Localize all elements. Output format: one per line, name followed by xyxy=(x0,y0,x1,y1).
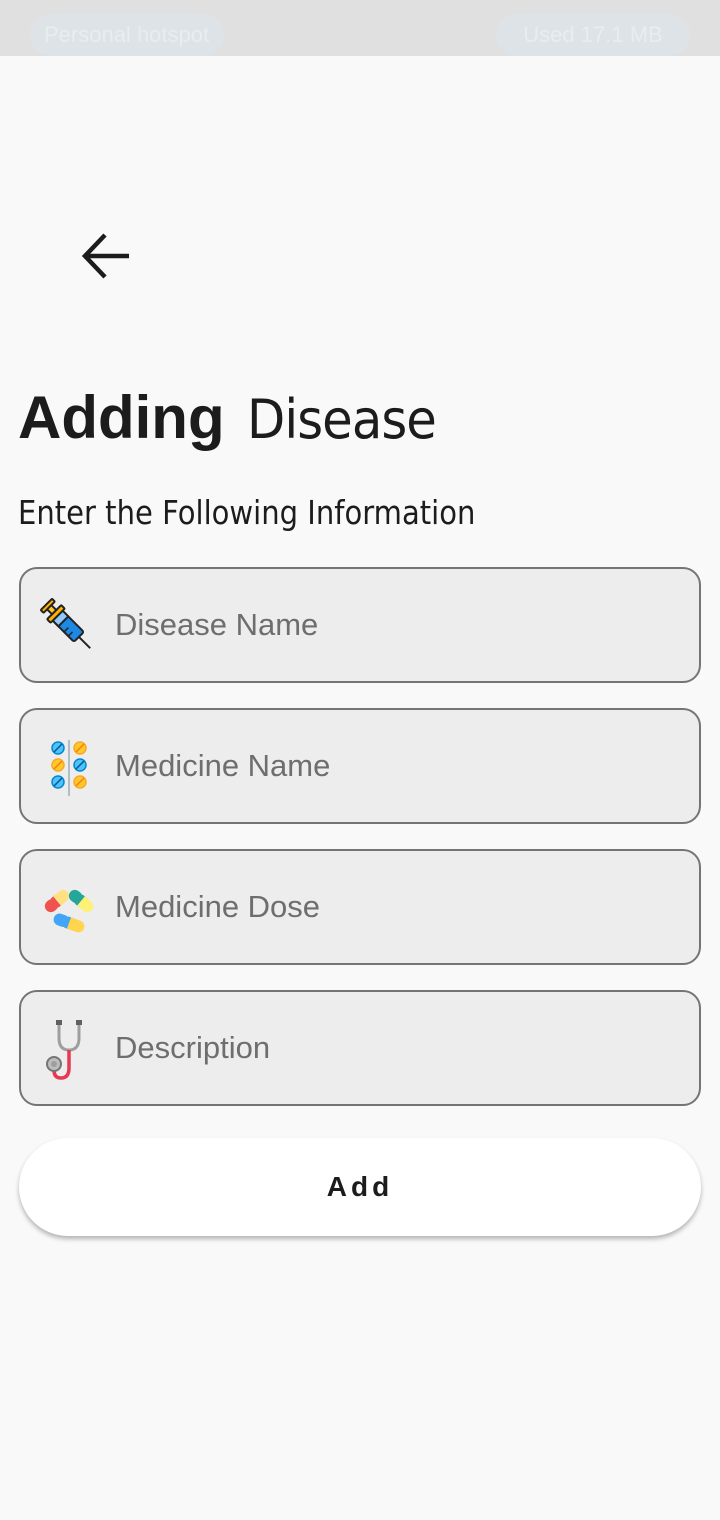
hotspot-indicator: Personal hotspot xyxy=(30,14,224,56)
back-button[interactable] xyxy=(76,226,136,286)
capsules-icon xyxy=(44,889,94,933)
page-title: Adding Disease xyxy=(18,380,452,458)
medicine-dose-field[interactable] xyxy=(19,849,701,965)
pills-icon xyxy=(51,740,87,796)
page-title-bold: Adding xyxy=(18,384,225,451)
arrow-left-icon xyxy=(81,233,129,279)
form-instructions: Enter the Following Information xyxy=(18,493,476,532)
description-field[interactable] xyxy=(19,990,701,1106)
page-title-light: Disease xyxy=(246,388,437,451)
stethoscope-icon xyxy=(46,1020,82,1080)
add-button[interactable]: Add xyxy=(19,1138,701,1236)
disease-name-input[interactable] xyxy=(115,569,675,681)
medicine-dose-input[interactable] xyxy=(115,851,675,963)
description-input[interactable] xyxy=(115,992,675,1104)
disease-name-field[interactable] xyxy=(19,567,701,683)
syringe-icon xyxy=(40,598,91,649)
medicine-name-input[interactable] xyxy=(115,710,675,822)
status-bar: Personal hotspot Used 17.1 MB xyxy=(0,0,720,56)
data-usage-indicator: Used 17.1 MB xyxy=(496,14,690,56)
medicine-name-field[interactable] xyxy=(19,708,701,824)
